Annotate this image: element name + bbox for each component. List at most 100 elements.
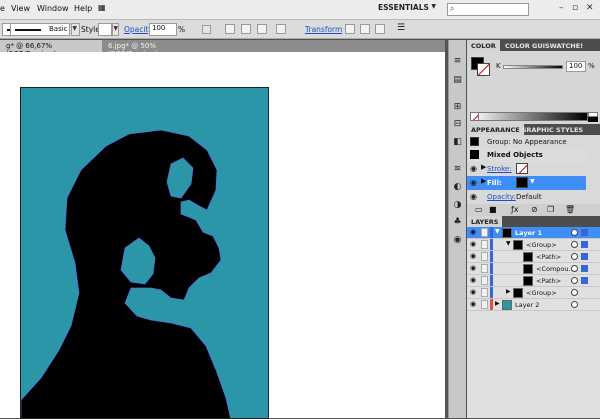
layer-row-compound[interactable]: ◉ <Compou... — [467, 263, 600, 275]
menu-lines-icon[interactable]: ≡ — [450, 54, 465, 68]
close-window-icon[interactable]: ✕ — [586, 3, 594, 13]
tab-appearance[interactable]: APPEARANCE — [467, 124, 524, 135]
minimize-icon[interactable]: – — [559, 3, 564, 13]
appearance-row-fill[interactable]: ◉ ▶ Fill: ▼ — [467, 176, 586, 190]
layer-name[interactable]: Layer 2 — [515, 301, 539, 309]
graphic-styles-icon[interactable]: ◉ — [450, 233, 465, 247]
stroke-swatch[interactable] — [516, 163, 528, 174]
eye-icon[interactable]: ◉ — [470, 240, 476, 248]
artboard[interactable] — [20, 87, 269, 419]
selection-indicator[interactable] — [581, 277, 588, 284]
menu-window[interactable]: Window — [37, 4, 69, 13]
brush-dropdown[interactable]: ▼ — [71, 23, 80, 36]
arrange-icon[interactable]: ▦ — [98, 3, 106, 12]
black-swatch[interactable] — [588, 117, 598, 122]
lock-toggle[interactable] — [481, 300, 488, 309]
dropdown-icon[interactable]: ▼ — [530, 178, 535, 185]
panel-menu-icon[interactable]: ☰ — [397, 23, 405, 33]
selection-indicator[interactable] — [581, 229, 588, 236]
symbols-icon[interactable]: ♣ — [450, 215, 465, 229]
fx-icon[interactable]: ƒx — [511, 205, 519, 214]
stroke-link[interactable]: Stroke: — [487, 165, 512, 173]
opacity-input[interactable]: 100 — [149, 23, 177, 36]
transform-icon[interactable]: ⊞ — [450, 100, 465, 114]
control-option-2[interactable] — [360, 24, 370, 34]
k-value-input[interactable]: 100 — [566, 61, 586, 72]
color-spectrum-ramp[interactable] — [470, 112, 588, 121]
lock-toggle[interactable] — [481, 264, 488, 273]
eye-icon[interactable]: ◉ — [470, 164, 477, 173]
eye-icon[interactable]: ◉ — [470, 300, 476, 308]
lock-toggle[interactable] — [481, 252, 488, 261]
tab-document-2[interactable]: 6.jpg* @ 50% (RGB/Preview)× — [102, 40, 224, 58]
style-swatch[interactable] — [98, 23, 112, 36]
layer-row-group-2[interactable]: ◉ ▶ <Group> — [467, 287, 600, 299]
expand-arrow-icon[interactable]: ▶ — [495, 300, 500, 307]
tab-layers[interactable]: LAYERS — [467, 216, 503, 227]
search-input[interactable]: ⌕ — [447, 3, 529, 16]
target-icon[interactable] — [571, 277, 578, 284]
expand-arrow-icon[interactable]: ▶ — [481, 177, 486, 185]
color-guide-icon[interactable]: ▤ — [450, 73, 465, 87]
target-icon[interactable] — [571, 253, 578, 260]
document-canvas[interactable] — [0, 52, 445, 419]
layer-row-layer2[interactable]: ◉ ▶ Layer 2 — [467, 299, 600, 311]
layer-row-path-2[interactable]: ◉ <Path> — [467, 275, 600, 287]
fill-swatch[interactable] — [516, 177, 528, 188]
layer-name[interactable]: <Group> — [526, 241, 557, 249]
duplicate-icon[interactable]: ❐ — [547, 205, 554, 214]
target-icon[interactable] — [571, 241, 578, 248]
align-icon[interactable]: ⊟ — [450, 117, 465, 131]
control-option-1[interactable] — [345, 24, 355, 34]
expand-arrow-icon[interactable]: ▶ — [506, 288, 511, 295]
tab-color[interactable]: COLOR — [467, 40, 500, 51]
layer-row-group[interactable]: ◉ ▼ <Group> — [467, 239, 600, 251]
tab-graphic-styles[interactable]: GRAPHIC STYLES — [517, 124, 587, 135]
stroke-color-swatch[interactable] — [477, 63, 490, 76]
target-icon[interactable] — [571, 229, 578, 236]
new-fill-icon[interactable]: ■ — [489, 205, 497, 214]
layer-row-path[interactable]: ◉ <Path> — [467, 251, 600, 263]
target-icon[interactable] — [571, 265, 578, 272]
clear-icon[interactable]: ⊘ — [531, 205, 538, 214]
menu-help[interactable]: Help — [74, 4, 92, 13]
eye-icon[interactable]: ◉ — [470, 264, 476, 272]
style-dropdown[interactable]: ▼ — [112, 23, 119, 36]
layer-name[interactable]: <Group> — [526, 289, 557, 297]
gradient-icon[interactable]: ◐ — [450, 180, 465, 194]
pathfinder-icon[interactable]: ◧ — [450, 135, 465, 149]
lock-toggle[interactable] — [481, 276, 488, 285]
appearance-row-stroke[interactable]: ◉ ▶ Stroke: — [467, 162, 587, 176]
lock-toggle[interactable] — [481, 288, 488, 297]
target-icon[interactable] — [571, 289, 578, 296]
transparency-icon[interactable]: ◑ — [450, 198, 465, 212]
selection-indicator[interactable] — [581, 265, 588, 272]
selection-indicator[interactable] — [581, 241, 588, 248]
align-button[interactable] — [225, 24, 235, 34]
eye-icon[interactable]: ◉ — [470, 288, 476, 296]
reference-point-button[interactable] — [276, 24, 286, 34]
menu-view[interactable]: View — [11, 4, 30, 13]
menu-edit[interactable]: e — [0, 4, 5, 13]
expand-arrow-icon[interactable]: ▶ — [481, 163, 486, 171]
eye-icon[interactable]: ◉ — [470, 178, 477, 187]
target-icon[interactable] — [571, 301, 578, 308]
collapse-arrow-icon[interactable]: ▼ — [506, 240, 511, 247]
workspace-switcher[interactable]: ESSENTIALS ▼ — [378, 3, 436, 17]
appearance-row-opacity[interactable]: ◉ Opacity: Default — [467, 190, 587, 204]
trash-icon[interactable]: 🗑 — [565, 205, 575, 214]
new-stroke-icon[interactable]: ▭ — [475, 205, 483, 214]
collapse-arrow-icon[interactable]: ▼ — [495, 228, 500, 235]
layer-name[interactable]: <Path> — [536, 277, 561, 285]
align-option-button[interactable] — [257, 24, 267, 34]
none-color-button[interactable] — [470, 112, 479, 121]
layer-name[interactable]: <Compou... — [536, 265, 575, 273]
fill-link[interactable]: Fill: — [487, 179, 502, 187]
appearance-row-mixed[interactable]: Mixed Objects — [467, 148, 587, 162]
layer-name[interactable]: Layer 1 — [515, 229, 542, 237]
tab-document-1[interactable]: g* @ 66,67% (RGB/Preview)× — [0, 40, 102, 58]
layer-row-layer1[interactable]: ◉ ▼ Layer 1 — [467, 227, 600, 239]
isolate-button[interactable] — [202, 25, 211, 34]
tab-swatches[interactable]: SWATCHE! — [541, 40, 587, 51]
maximize-icon[interactable]: ▫ — [572, 3, 578, 13]
